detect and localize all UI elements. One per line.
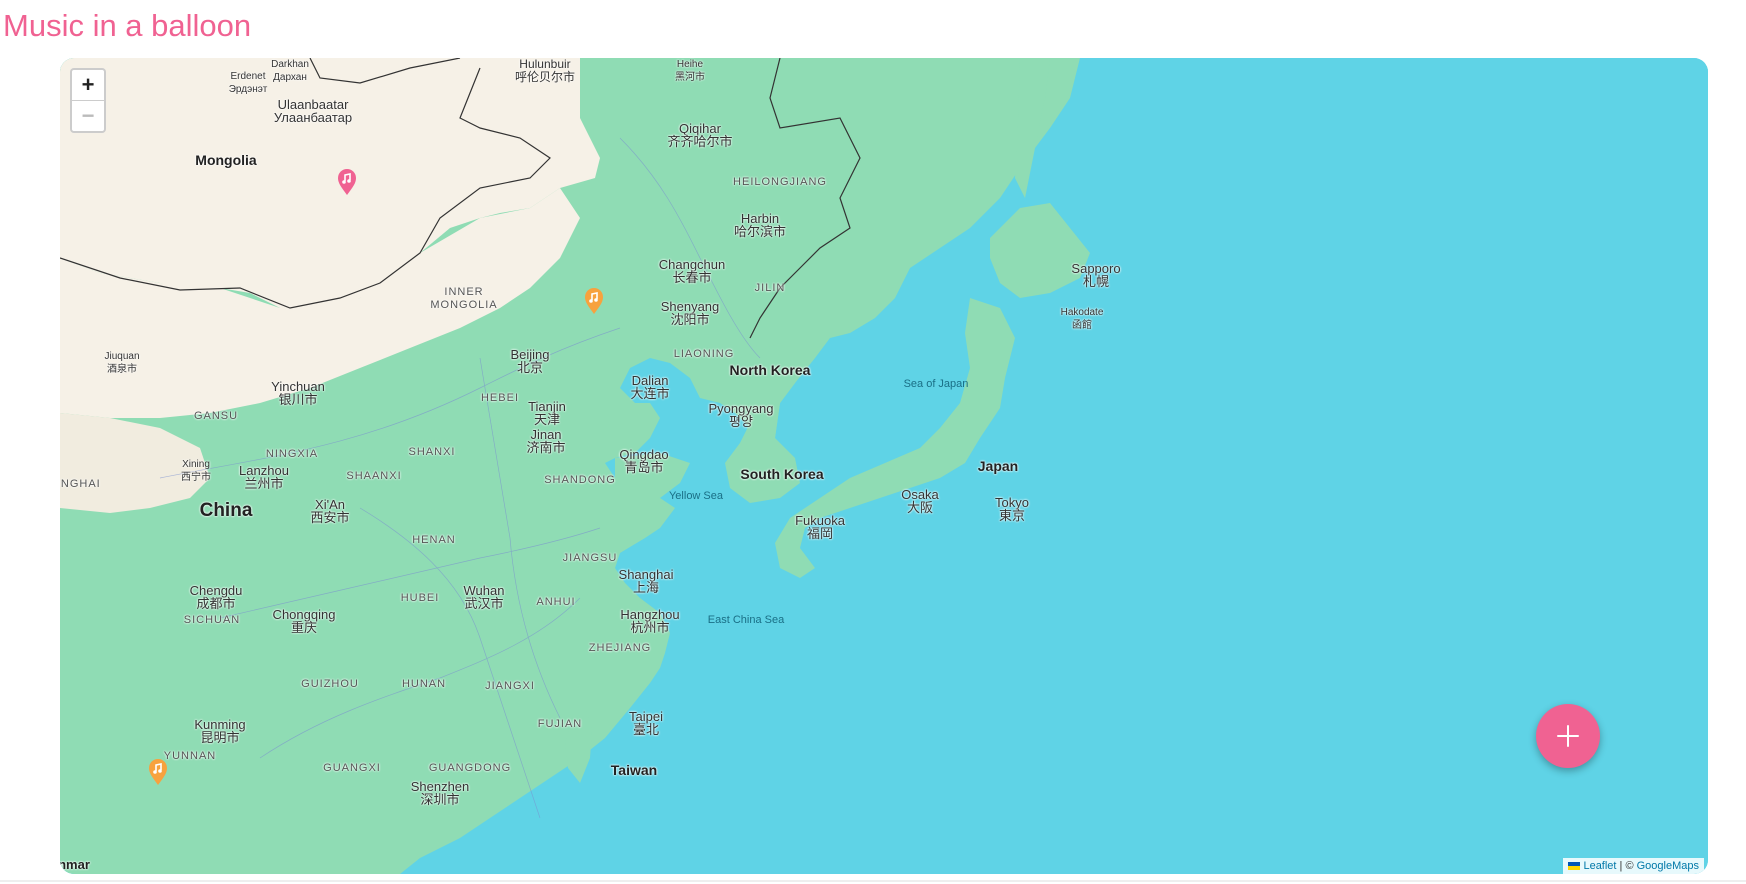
map-label-lanzhou: Lanzhou 兰州市: [239, 463, 289, 491]
map-label-hakodate: Hakodate 函館: [1060, 307, 1104, 331]
map-label-yellow-sea: Yellow Sea: [668, 490, 724, 502]
map-label-wuhan: Wuhan 武汉市: [463, 583, 505, 611]
attribution-separator: | ©: [1616, 860, 1637, 872]
zoom-out-button[interactable]: −: [72, 100, 104, 131]
map-label-japan: Japan: [977, 458, 1019, 474]
map-label-hulunbuir: Hulunbuir 呼伦贝尔市: [514, 58, 576, 84]
map-label-fujian: FUJIAN: [537, 718, 583, 730]
map-label-jiangsu: JIANGSU: [562, 552, 618, 564]
map-label-qinghai: QINGHAI: [60, 478, 101, 490]
map-label-qingdao: Qingdao 青岛市: [619, 447, 669, 475]
map-label-darkhan: Darkhan Дархан: [271, 59, 309, 83]
zoom-in-button[interactable]: +: [72, 70, 104, 100]
map-label-fukuoka: Fukuoka 福岡: [795, 513, 845, 541]
googlemaps-link[interactable]: GoogleMaps: [1637, 860, 1699, 872]
map-label-yunnan: YUNNAN: [163, 750, 217, 762]
map-label-chengdu: Chengdu 成都市: [189, 583, 243, 611]
map-label-erdenet: Erdenet Эрдэнэт: [228, 71, 268, 95]
map-label-guangxi: GUANGXI: [323, 762, 381, 774]
map-label-zhejiang: ZHEJIANG: [588, 642, 652, 654]
page-title: Music in a balloon: [3, 8, 252, 43]
map-label-pyongyang: Pyongyang 평양: [708, 401, 774, 429]
map-label-jinan: Jinan 济南市: [526, 427, 566, 455]
map-label-mongolia: Mongolia: [195, 152, 257, 168]
map-label-sapporo: Sapporo 札幌: [1071, 261, 1121, 289]
map-label-taiwan: Taiwan: [610, 762, 658, 778]
map-label-guangdong: GUANGDONG: [428, 762, 512, 774]
map-label-hubei: HUBEI: [400, 592, 440, 604]
ukraine-flag-icon: [1568, 862, 1581, 871]
map-label-beijing: Beijing 北京: [510, 347, 550, 375]
map-label-heilongjiang: HEILONGJIANG: [733, 176, 827, 188]
map-label-shanghai: Shanghai 上海: [618, 567, 674, 595]
map-label-shenzhen: Shenzhen 深圳市: [410, 779, 470, 807]
map-label-qiqihar: Qiqihar 齐齐哈尔市: [667, 121, 733, 149]
map-tiles[interactable]: [60, 58, 1708, 874]
map-label-shandong: SHANDONG: [544, 474, 616, 486]
map-label-south-korea: South Korea: [740, 466, 824, 482]
map-label-liaoning: LIAONING: [673, 348, 735, 360]
map-label-china: China: [199, 500, 253, 521]
map-label-xian: Xi'An 西安市: [310, 497, 350, 525]
map-label-tianjin: Tianjin 天津: [528, 399, 566, 427]
map-label-jiangxi: JIANGXI: [485, 680, 535, 692]
map-label-changchun: Changchun 长春市: [658, 257, 726, 285]
map-label-ningxia: NINGXIA: [265, 448, 319, 460]
map-label-sichuan: SICHUAN: [183, 614, 241, 626]
leaflet-link[interactable]: Leaflet: [1583, 860, 1616, 872]
map-label-osaka: Osaka 大阪: [901, 487, 939, 515]
map-label-chongqing: Chongqing 重庆: [272, 607, 336, 635]
map-label-xining: Xining 西宁市: [181, 459, 211, 483]
map-label-guizhou: GUIZHOU: [301, 678, 359, 690]
zoom-control: + −: [70, 68, 106, 133]
map-label-dalian: Dalian 大连市: [630, 373, 670, 401]
map-label-henan: HENAN: [412, 534, 456, 546]
map-label-yinchuan: Yinchuan 银川市: [271, 379, 325, 407]
map-label-shenyang: Shenyang 沈阳市: [660, 299, 720, 327]
music-pin-icon[interactable]: [583, 287, 605, 315]
map-label-hebei: HEBEI: [480, 392, 520, 404]
map-label-shaanxi: SHAANXI: [346, 470, 402, 482]
map-label-tokyo: Tokyo 東京: [995, 495, 1029, 523]
music-pin-icon[interactable]: [147, 758, 169, 786]
map-label-hangzhou: Hangzhou 杭州市: [620, 607, 680, 635]
map-label-kunming: Kunming 昆明市: [194, 717, 246, 745]
map-label-gansu: GANSU: [193, 410, 239, 422]
map-label-shanxi: SHANXI: [408, 446, 456, 458]
map-label-taipei: Taipei 臺北: [629, 709, 663, 737]
map-attribution: Leaflet | © GoogleMaps: [1563, 858, 1704, 874]
bottom-divider: [0, 880, 1746, 882]
map-view[interactable]: Hulunbuir 呼伦贝尔市 Heihe 黑河市 Darkhan Дархан…: [60, 58, 1708, 874]
map-label-sea-of-japan: Sea of Japan: [903, 378, 969, 390]
map-label-hunan: HUNAN: [401, 678, 447, 690]
map-label-ulaanbaatar: Ulaanbaatar Улаанбаатар: [273, 97, 353, 125]
plus-icon: [1557, 725, 1579, 747]
map-label-inner-mongolia: INNER MONGOLIA: [430, 286, 498, 311]
music-pin-icon[interactable]: [336, 168, 358, 196]
add-button[interactable]: [1536, 704, 1600, 768]
map-label-harbin: Harbin 哈尔滨市: [733, 211, 787, 239]
map-label-east-china-sea: East China Sea: [707, 614, 785, 626]
map-label-jiuquan: Jiuquan 酒泉市: [104, 351, 140, 375]
map-label-jilin: JILIN: [754, 282, 786, 294]
map-label-heihe: Heihe 黑河市: [675, 59, 705, 83]
map-label-anhui: ANHUI: [536, 596, 576, 608]
map-label-north-korea: North Korea: [729, 362, 811, 378]
map-label-myanmar: nmar: [60, 857, 90, 872]
